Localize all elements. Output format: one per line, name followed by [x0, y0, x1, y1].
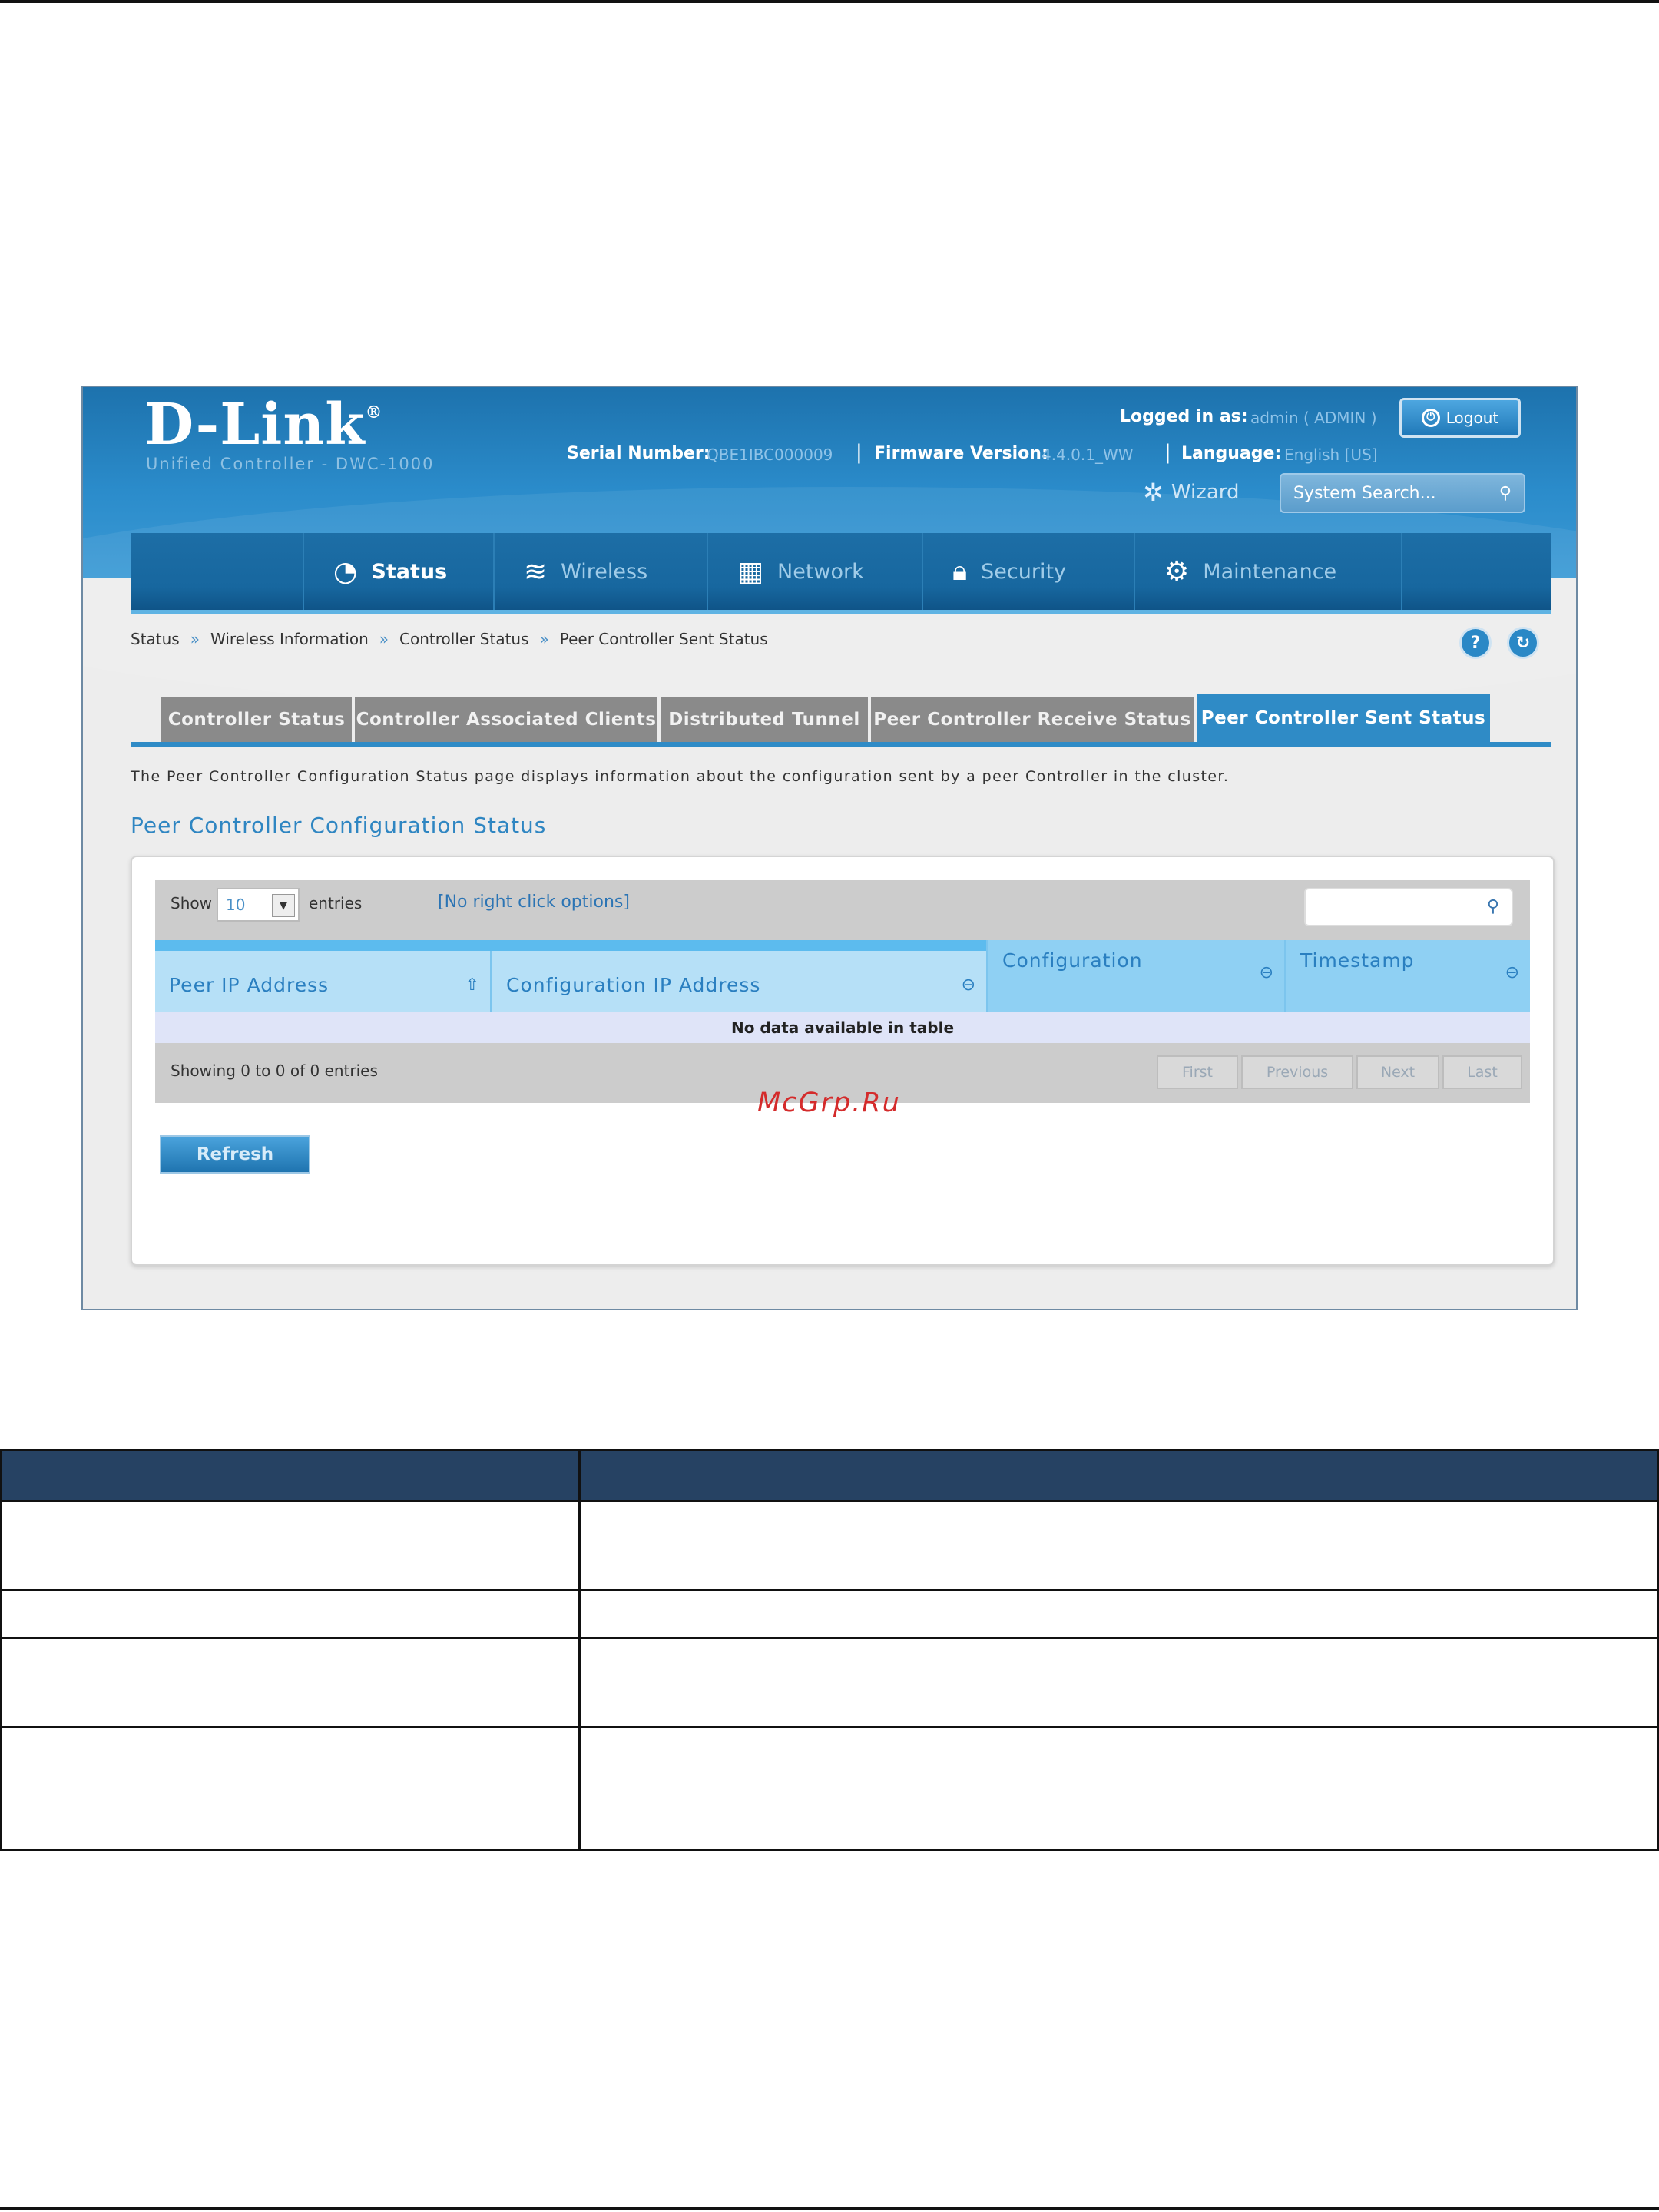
- previous-page-button[interactable]: Previous: [1241, 1055, 1353, 1089]
- page-bottom-rule: [0, 2207, 1659, 2210]
- show-label: Show: [171, 894, 212, 912]
- system-search-input[interactable]: System Search... ⚲: [1280, 473, 1525, 513]
- next-page-button[interactable]: Next: [1356, 1055, 1439, 1089]
- screenshot-frame: D-Link® Unified Controller - DWC-1000 Lo…: [81, 386, 1578, 1310]
- search-icon: ⚲: [1486, 897, 1499, 916]
- magic-wand-icon: ✲: [1143, 478, 1164, 507]
- nav-item-network[interactable]: ▦ Network: [707, 533, 922, 610]
- sort-icon: ⊖: [1505, 963, 1519, 982]
- watermark: McGrp.Ru: [757, 1088, 901, 1118]
- table-row: [0, 1637, 1659, 1728]
- breadcrumb-controller-status[interactable]: Controller Status: [399, 630, 528, 648]
- breadcrumb-current: Peer Controller Sent Status: [559, 630, 768, 648]
- dlink-logo: D-Link®: [144, 392, 383, 458]
- wifi-icon: ≋: [524, 555, 548, 588]
- page-top-rule: [0, 0, 1659, 3]
- nav-item-status[interactable]: ◔ Status: [303, 533, 493, 610]
- network-icon: ▦: [737, 555, 764, 588]
- doc-table-header-row: [0, 1449, 1659, 1502]
- no-right-click-note: [No right click options]: [438, 892, 630, 912]
- firmware-value: 4.4.0.1_WW: [1041, 445, 1134, 464]
- product-subtitle: Unified Controller - DWC-1000: [146, 455, 435, 473]
- language-value[interactable]: English [US]: [1284, 445, 1378, 464]
- refresh-button[interactable]: Refresh: [160, 1135, 310, 1174]
- table-header: Peer IP Address ⇧ Configuration IP Addre…: [155, 940, 1530, 1012]
- section-title: Peer Controller Configuration Status: [131, 813, 547, 838]
- nav-item-maintenance[interactable]: ⚙ Maintenance: [1134, 533, 1402, 610]
- logged-in-user[interactable]: admin ( ADMIN ): [1250, 409, 1377, 427]
- lock-icon: 🔒︎: [952, 555, 968, 587]
- wizard-link[interactable]: ✲ Wizard: [1143, 478, 1240, 507]
- tab-controller-associated-clients[interactable]: Controller Associated Clients: [355, 697, 657, 742]
- power-icon: ⏻: [1421, 409, 1440, 427]
- last-page-button[interactable]: Last: [1442, 1055, 1522, 1089]
- search-icon: ⚲: [1498, 483, 1512, 503]
- chevron-down-icon: ▼: [272, 894, 295, 917]
- col-configuration[interactable]: Configuration ⊖: [986, 940, 1284, 1012]
- tab-peer-controller-sent-status[interactable]: Peer Controller Sent Status: [1197, 694, 1490, 742]
- tab-peer-controller-receive-status[interactable]: Peer Controller Receive Status: [871, 697, 1194, 742]
- sort-asc-icon: ⇧: [465, 975, 479, 995]
- main-nav: ◔ Status ≋ Wireless ▦ Network 🔒︎ Securit…: [131, 533, 1551, 614]
- gauge-icon: ◔: [333, 555, 358, 588]
- doc-table-header-cell: [578, 1449, 1659, 1502]
- entries-label: entries: [309, 894, 363, 912]
- table-row: [0, 1726, 1659, 1851]
- nav-item-security[interactable]: 🔒︎ Security: [922, 533, 1134, 610]
- col-timestamp[interactable]: Timestamp ⊖: [1284, 940, 1530, 1012]
- nav-item-wireless[interactable]: ≋ Wireless: [493, 533, 707, 610]
- breadcrumb-status[interactable]: Status: [131, 630, 180, 648]
- table-search-input[interactable]: ⚲: [1304, 888, 1513, 926]
- language-label: Language:: [1181, 444, 1282, 463]
- sort-icon: ⊖: [961, 975, 975, 995]
- firmware-label: Firmware Version:: [874, 444, 1048, 463]
- sort-icon: ⊖: [1259, 963, 1273, 982]
- table-toolbar: Show 10 ▼ entries [No right click option…: [155, 880, 1530, 940]
- tab-bar: Controller Status Controller Associated …: [131, 694, 1551, 747]
- tab-controller-status[interactable]: Controller Status: [161, 697, 352, 742]
- serial-number-value: QBE1IBC000009: [707, 445, 833, 464]
- info-icon[interactable]: ↻: [1507, 627, 1539, 659]
- breadcrumb-wireless-information[interactable]: Wireless Information: [210, 630, 369, 648]
- empty-table-message: No data available in table: [155, 1012, 1530, 1043]
- gears-icon: ⚙: [1164, 555, 1190, 588]
- table-row: [0, 1589, 1659, 1639]
- serial-number-label: Serial Number:: [567, 444, 710, 463]
- logged-in-label: Logged in as:: [1120, 407, 1248, 426]
- doc-table-header-cell: [0, 1449, 581, 1502]
- status-panel: Show 10 ▼ entries [No right click option…: [131, 856, 1555, 1266]
- help-icon[interactable]: ?: [1459, 627, 1492, 659]
- table-row: [0, 1500, 1659, 1591]
- document-table: [0, 1449, 1659, 1851]
- tab-distributed-tunnel[interactable]: Distributed Tunnel: [661, 697, 868, 742]
- entries-per-page-select[interactable]: 10 ▼: [217, 888, 300, 922]
- col-peer-ip-address[interactable]: Peer IP Address ⇧: [155, 951, 490, 1012]
- breadcrumb: Status » Wireless Information » Controll…: [131, 630, 768, 648]
- page-description: The Peer Controller Configuration Status…: [131, 768, 1230, 785]
- first-page-button[interactable]: First: [1157, 1055, 1238, 1089]
- showing-entries-info: Showing 0 to 0 of 0 entries: [171, 1061, 378, 1080]
- col-configuration-ip-address[interactable]: Configuration IP Address ⊖: [490, 951, 986, 1012]
- logout-button[interactable]: ⏻ Logout: [1399, 398, 1521, 438]
